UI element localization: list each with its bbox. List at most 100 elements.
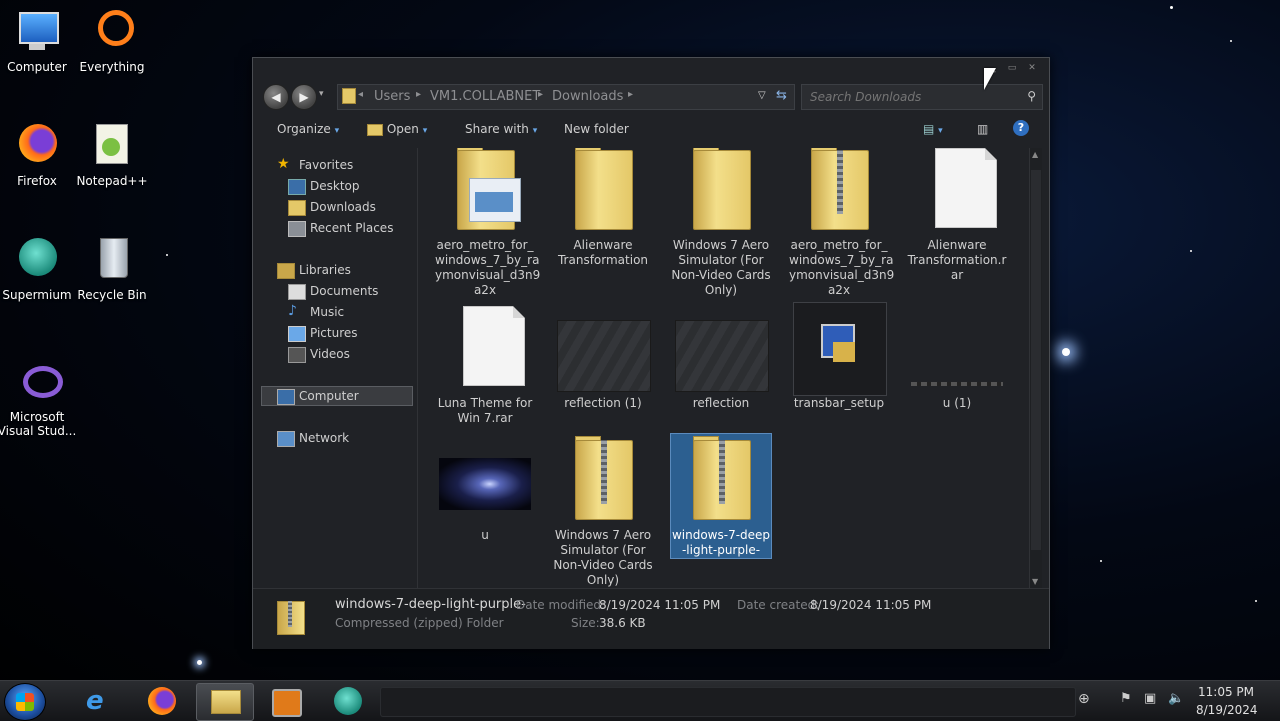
new-folder-button[interactable]: New folder [564,122,629,136]
file-item[interactable]: reflection (1) [553,302,653,411]
taskbar-media-player[interactable] [258,683,314,719]
taskbar-supermium[interactable] [320,683,376,719]
nav-network[interactable]: Network [277,431,349,447]
file-name: aero_metro_for_ windows_7_by_ra ymonvisu… [435,238,541,297]
star [1230,40,1232,42]
breadcrumb-item-users[interactable]: Users [374,89,410,104]
scroll-up-icon[interactable]: ▲ [1032,150,1038,159]
taskbar-internet-explorer[interactable]: e [72,683,128,719]
nav-favorites[interactable]: ★ Favorites [277,156,353,172]
nav-item-desktop[interactable]: Desktop [288,179,360,195]
star [197,660,202,665]
nav-item-music[interactable]: ♪ Music [288,303,345,319]
share-with-button[interactable]: Share with ▾ [465,122,537,136]
breadcrumb-item-downloads[interactable]: Downloads [552,89,623,104]
clock-time[interactable]: 11:05 PM [1196,685,1254,699]
file-item[interactable]: Windows 7 Aero Simulator (For Non-Video … [553,434,653,588]
desktop-icon-supermium[interactable]: Supermium [0,236,79,302]
details-date-created-label: Date created: [737,598,820,612]
desktop-icon-notepad-plus-plus[interactable]: Notepad++ [70,122,154,188]
open-folder-icon [367,123,383,136]
file-name: Alienware Transformation [557,238,649,267]
nav-item-recent-places[interactable]: Recent Places [288,221,393,237]
media-player-icon [272,689,302,717]
search-input[interactable] [808,88,1022,106]
file-list: aero_metro_for_ windows_7_by_ra ymonvisu… [419,148,1029,588]
scrollbar-thumb[interactable] [1031,170,1041,550]
desktop-icon-recycle-bin[interactable]: Recycle Bin [70,236,154,302]
forward-button[interactable]: ▶ [291,84,317,110]
file-item[interactable]: u [435,434,535,543]
nav-computer[interactable]: Computer [277,389,359,405]
chevron-down-icon: ▾ [422,126,428,136]
nav-item-documents[interactable]: Documents [288,284,378,300]
file-name: Alienware Transformation.r ar [907,238,1007,282]
nav-libraries[interactable]: Libraries [277,263,351,279]
maximize-button[interactable]: ▭ [1005,64,1019,73]
volume-muted-icon[interactable]: 🔈 [1168,691,1184,706]
desktop-icon-visual-studio[interactable]: Microsoft Visual Stud... [0,358,79,438]
close-button[interactable]: ✕ [1025,64,1039,73]
chevron-down-icon: ▾ [532,126,538,136]
nav-item-videos[interactable]: Videos [288,347,350,363]
file-name: reflection [692,396,750,410]
breadcrumb-separator-icon[interactable]: ▸ [538,89,543,100]
back-button[interactable]: ◀ [263,84,289,110]
tray-add-icon[interactable]: ⊕ [1078,691,1090,707]
breadcrumb-item-user[interactable]: VM1.COLLABNET [430,89,540,104]
nav-label: Pictures [310,326,358,340]
file-item-selected[interactable]: windows-7-deep -light-purple- [670,433,772,559]
view-options-icon[interactable]: ▤ ▾ [923,122,943,136]
desktop-icon-label: Everything [79,60,145,74]
file-item[interactable]: aero_metro_for_ windows_7_by_ra ymonvisu… [435,148,541,298]
desktop-icon-label: Recycle Bin [77,288,147,302]
title-bar[interactable]: ▁ ▭ ✕ [253,58,1049,80]
recent-pages-chevron-icon[interactable]: ▾ [319,89,324,99]
breadcrumb[interactable]: ◂ Users ▸ VM1.COLLABNET ▸ Downloads ▸ ▽ … [337,84,795,110]
refresh-icon[interactable]: ⇆ [776,88,787,103]
breadcrumb-separator-icon[interactable]: ▸ [416,89,421,100]
nav-item-pictures[interactable]: Pictures [288,326,358,342]
organize-button[interactable]: Organize ▾ [277,122,339,136]
folder-icon [439,148,531,236]
file-item[interactable]: aero_metro_for_ windows_7_by_ra ymonvisu… [789,148,894,298]
taskbar-firefox[interactable] [134,683,190,719]
network-tray-icon[interactable]: ▣ [1144,691,1156,706]
file-item[interactable]: Alienware Transformation [553,148,653,268]
computer-icon [277,389,295,405]
windows-explorer-icon [211,690,241,714]
file-name: Windows 7 Aero Simulator (For Non-Video … [671,238,771,297]
scroll-down-icon[interactable]: ▼ [1032,577,1038,586]
nav-item-downloads[interactable]: Downloads [288,200,376,216]
help-icon[interactable]: ? [1013,120,1029,136]
search-icon[interactable]: ⚲ [1027,89,1036,103]
file-item[interactable]: Luna Theme for Win 7.rar [435,302,535,426]
desktop-icon-firefox[interactable]: Firefox [0,122,79,188]
breadcrumb-separator-icon[interactable]: ▸ [628,89,633,100]
downloads-folder-icon [288,200,306,216]
nav-label: Music [310,305,345,319]
file-item[interactable]: reflection [671,302,771,411]
preview-pane-icon[interactable]: ▥ [977,122,988,136]
file-item[interactable]: transbar_setup [789,302,889,411]
image-thumbnail [439,434,531,526]
details-file-name: windows-7-deep-light-purple- [335,597,526,612]
taskbar-windows-explorer[interactable] [196,683,254,721]
clock-date[interactable]: 8/19/2024 [1196,703,1258,717]
start-button[interactable] [4,683,46,721]
file-item[interactable]: Windows 7 Aero Simulator (For Non-Video … [671,148,771,298]
desktop-icon-everything[interactable]: Everything [70,8,154,74]
address-dropdown-icon[interactable]: ▽ [758,90,766,101]
file-item[interactable]: Alienware Transformation.r ar [907,148,1007,283]
file-item[interactable]: u (1) [907,302,1007,411]
action-center-flag-icon[interactable]: ⚑ [1120,691,1132,706]
breadcrumb-separator-icon[interactable]: ◂ [358,89,363,100]
computer-icon [13,8,61,56]
open-button[interactable]: Open ▾ [367,122,427,136]
open-label: Open [386,122,419,136]
desktop-icon-computer[interactable]: Computer [0,8,79,74]
search-box[interactable]: ⚲ [801,84,1043,110]
vertical-scrollbar[interactable]: ▲ ▼ [1029,148,1042,588]
desktop-icon-label: Firefox [17,174,57,188]
address-bar-row: ◀ ▶ ▾ ◂ Users ▸ VM1.COLLABNET ▸ Download… [261,80,1043,112]
